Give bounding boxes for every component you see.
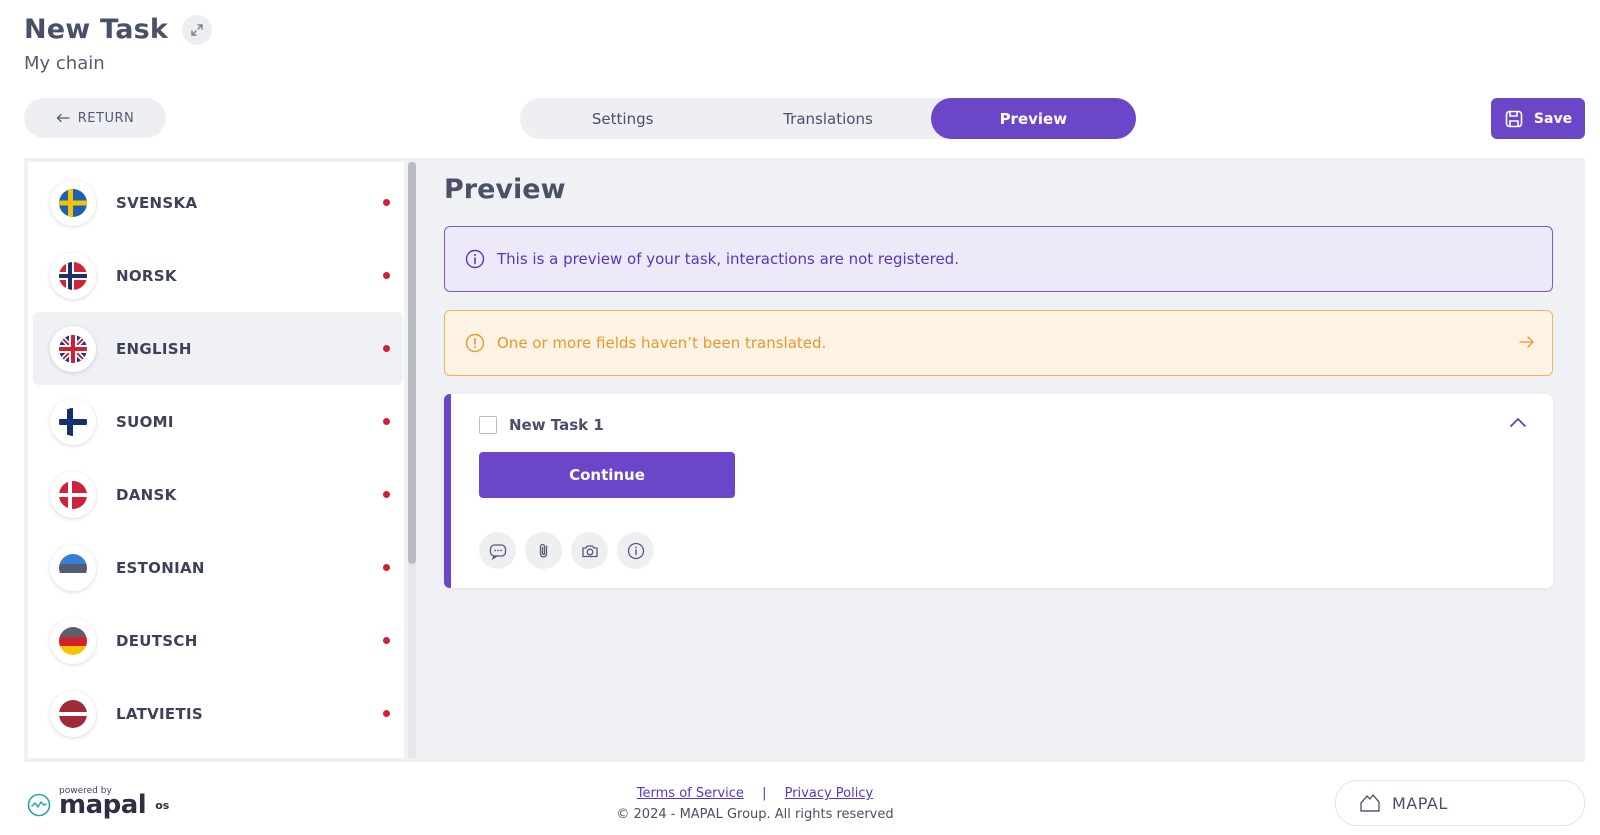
info-icon	[627, 542, 644, 559]
arrow-left-icon	[56, 113, 70, 123]
language-item-dansk[interactable]: DANSK	[33, 458, 403, 531]
chevron-up-icon[interactable]	[1509, 416, 1527, 428]
attachment-icon	[539, 543, 547, 558]
camera-button[interactable]	[571, 532, 608, 569]
language-item-svenska[interactable]: SVENSKA	[33, 166, 403, 239]
preview-title: Preview	[444, 174, 566, 205]
language-label: SUOMI	[116, 412, 174, 431]
info-alert-text: This is a preview of your task, interact…	[497, 250, 959, 268]
flag-badge	[50, 179, 96, 226]
untranslated-status-dot	[383, 418, 390, 425]
language-item-estonian[interactable]: ESTONIAN	[33, 531, 403, 604]
language-label: DEUTSCH	[116, 631, 198, 650]
language-label: SVENSKA	[116, 193, 198, 212]
task-name: New Task 1	[509, 416, 604, 434]
expand-icon	[191, 23, 203, 36]
save-label: Save	[1533, 110, 1573, 127]
mapal-home-link[interactable]: MAPAL	[1335, 780, 1585, 826]
language-item-latvietis[interactable]: LATVIETIS	[33, 677, 403, 750]
attachment-button[interactable]	[525, 532, 562, 569]
comment-icon	[489, 543, 506, 560]
page-title: New Task	[24, 14, 169, 45]
language-list-scrollbar[interactable]	[408, 162, 416, 758]
flag-badge	[50, 398, 96, 445]
tab-settings[interactable]: Settings	[520, 98, 725, 139]
flag-badge	[50, 471, 96, 518]
language-label: LATVIETIS	[116, 704, 203, 723]
untranslated-status-dot	[383, 199, 390, 206]
footer-links: Terms of Service | Privacy Policy © 2024…	[600, 786, 910, 822]
pulse-logo-icon	[27, 793, 51, 817]
untranslated-status-dot	[383, 564, 390, 571]
info-icon	[465, 249, 485, 269]
untranslated-status-dot	[383, 345, 390, 352]
flag-badge	[50, 690, 96, 737]
estonia-flag-icon	[59, 553, 87, 582]
flag-badge	[50, 325, 96, 372]
arrow-right-icon	[1519, 336, 1534, 348]
save-button[interactable]: Save	[1491, 98, 1585, 139]
task-actions	[479, 532, 654, 569]
camera-icon	[581, 544, 598, 557]
workspace: SVENSKA NORSK ENGLISH SUOMI DANSK ESTONI…	[24, 158, 1585, 762]
copyright-text: © 2024 - MAPAL Group. All rights reserve…	[616, 807, 894, 822]
info-button[interactable]	[617, 532, 654, 569]
tab-bar: Settings Translations Preview	[520, 98, 1136, 139]
language-item-english[interactable]: ENGLISH	[33, 312, 403, 385]
language-label: ENGLISH	[116, 339, 192, 358]
page-subtitle: My chain	[24, 53, 105, 74]
untranslated-status-dot	[383, 710, 390, 717]
warning-icon	[465, 333, 485, 353]
preview-info-alert: This is a preview of your task, interact…	[444, 226, 1553, 292]
mapal-os-logo: powered by mapal os	[27, 786, 170, 820]
untranslated-status-dot	[383, 272, 390, 279]
language-item-deutsch[interactable]: DEUTSCH	[33, 604, 403, 677]
sweden-flag-icon	[59, 188, 87, 217]
uk-flag-icon	[59, 334, 87, 363]
flag-badge	[50, 617, 96, 664]
tab-translations[interactable]: Translations	[725, 98, 930, 139]
language-item-suomi[interactable]: SUOMI	[33, 385, 403, 458]
flag-badge	[50, 544, 96, 591]
task-checkbox[interactable]	[479, 416, 497, 434]
floppy-disk-icon	[1505, 110, 1523, 127]
denmark-flag-icon	[59, 480, 87, 509]
continue-button[interactable]: Continue	[479, 452, 735, 498]
norway-flag-icon	[59, 261, 87, 290]
language-item-norsk[interactable]: NORSK	[33, 239, 403, 312]
return-label: RETURN	[77, 110, 135, 126]
terms-of-service-link[interactable]: Terms of Service	[637, 786, 744, 801]
finland-flag-icon	[59, 407, 87, 436]
warning-alert-text: One or more fields haven’t been translat…	[497, 334, 827, 352]
page-header: New Task My chain	[24, 14, 213, 74]
task-card: New Task 1 Continue	[444, 394, 1553, 588]
germany-flag-icon	[59, 626, 87, 655]
translation-warning-alert[interactable]: One or more fields haven’t been translat…	[444, 310, 1553, 376]
latvia-flag-icon	[59, 699, 87, 728]
language-label: ESTONIAN	[116, 558, 205, 577]
preview-panel: Preview This is a preview of your task, …	[444, 158, 1554, 762]
flag-badge	[50, 252, 96, 299]
scrollbar-thumb[interactable]	[408, 162, 416, 564]
untranslated-status-dot	[383, 637, 390, 644]
link-separator: |	[762, 786, 767, 801]
tab-preview[interactable]: Preview	[930, 98, 1136, 139]
language-label: DANSK	[116, 485, 177, 504]
expand-button[interactable]	[182, 14, 213, 45]
company-label: MAPAL	[1392, 793, 1448, 813]
home-icon	[1360, 794, 1380, 812]
privacy-policy-link[interactable]: Privacy Policy	[785, 786, 874, 801]
language-label: NORSK	[116, 266, 177, 285]
brand-suffix: os	[155, 798, 170, 812]
powered-by-label: powered by	[59, 786, 112, 796]
language-list: SVENSKA NORSK ENGLISH SUOMI DANSK ESTONI…	[28, 162, 404, 758]
comment-button[interactable]	[479, 532, 516, 569]
return-button[interactable]: RETURN	[24, 98, 166, 138]
untranslated-status-dot	[383, 491, 390, 498]
